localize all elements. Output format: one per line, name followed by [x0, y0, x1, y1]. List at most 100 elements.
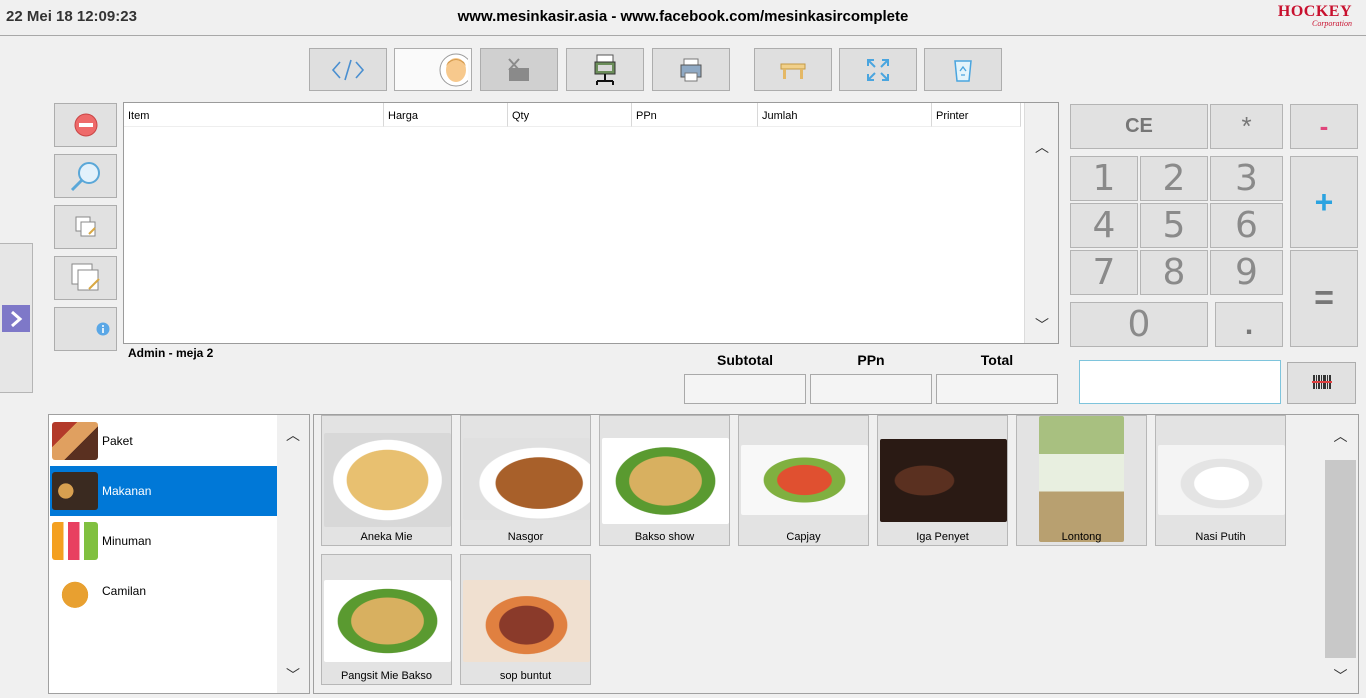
recycle-bin-icon: [954, 59, 972, 82]
site-title: www.mesinkasir.asia - www.facebook.com/m…: [457, 8, 909, 25]
product-tile[interactable]: Pangsit Mie Bakso: [321, 554, 452, 685]
printer-button[interactable]: [652, 48, 730, 91]
digit-6-button[interactable]: 6: [1210, 203, 1283, 248]
table-button[interactable]: [754, 48, 832, 91]
total-field: [936, 374, 1058, 404]
digit-8-button[interactable]: 8: [1140, 250, 1208, 295]
copy-edit-icon: [75, 216, 96, 237]
category-list[interactable]: Paket Makanan Minuman Camilan ︿ ﹀: [48, 414, 310, 694]
category-label: Makanan: [102, 484, 152, 498]
copy-edit-button[interactable]: [54, 205, 117, 249]
column-header-item[interactable]: Item: [124, 103, 384, 127]
brand-logo: HOCKEY Corporation: [1278, 4, 1352, 28]
product-image: [602, 438, 729, 524]
category-scrollbar[interactable]: ︿ ﹀: [277, 415, 309, 693]
clear-entry-button[interactable]: CE: [1070, 104, 1208, 149]
equals-button[interactable]: =: [1290, 250, 1358, 347]
digit-0-button[interactable]: 0: [1070, 302, 1208, 347]
fullscreen-button[interactable]: [839, 48, 917, 91]
cut-button[interactable]: [480, 48, 558, 91]
product-image: [880, 439, 1007, 522]
chevron-right-icon[interactable]: [2, 305, 30, 332]
barcode-scan-button[interactable]: [1287, 362, 1356, 404]
product-tile[interactable]: Bakso show: [599, 415, 730, 546]
order-table[interactable]: Item Harga Qty PPn Jumlah Printer ︿ ﹀: [123, 102, 1059, 344]
duplicate-edit-button[interactable]: [54, 256, 117, 300]
code-button[interactable]: [309, 48, 387, 91]
product-tile[interactable]: Capjay: [738, 415, 869, 546]
scroll-down-icon[interactable]: ﹀: [1025, 315, 1059, 335]
table-scrollbar[interactable]: ︿ ﹀: [1024, 103, 1058, 343]
digit-5-button[interactable]: 5: [1140, 203, 1208, 248]
info-icon: [96, 322, 110, 336]
scroll-down-icon[interactable]: ﹀: [277, 665, 309, 685]
subtotal-field: [684, 374, 806, 404]
plus-button[interactable]: +: [1290, 156, 1358, 248]
ppn-label: PPn: [857, 352, 885, 368]
scroll-up-icon[interactable]: ︿: [1323, 426, 1358, 446]
logo-main-text: HOCKEY: [1277, 3, 1352, 20]
subtotal-label: Subtotal: [717, 352, 773, 368]
digit-1-button[interactable]: 1: [1070, 156, 1138, 201]
product-grid[interactable]: Aneka Mie Nasgor Bakso show Capjay Iga P…: [313, 414, 1359, 694]
digit-4-button[interactable]: 4: [1070, 203, 1138, 248]
column-header-jumlah[interactable]: Jumlah: [758, 103, 932, 127]
info-button[interactable]: [54, 307, 117, 351]
category-item-makanan[interactable]: Makanan: [50, 466, 278, 516]
scroll-up-icon[interactable]: ︿: [1025, 137, 1059, 157]
remove-item-button[interactable]: [54, 103, 117, 147]
scrollbar-thumb[interactable]: [1325, 460, 1356, 658]
digit-7-button[interactable]: 7: [1070, 250, 1138, 295]
product-image: [324, 433, 451, 527]
product-label: Bakso show: [634, 531, 695, 543]
product-image: [463, 580, 590, 662]
paket-thumbnail: [52, 422, 98, 460]
minuman-thumbnail: [52, 522, 98, 560]
product-label: Capjay: [786, 531, 821, 543]
category-label: Paket: [102, 434, 133, 448]
user-button[interactable]: [394, 48, 472, 91]
multiply-button[interactable]: *: [1210, 104, 1283, 149]
product-image: [741, 445, 868, 515]
category-item-minuman[interactable]: Minuman: [50, 516, 278, 566]
printer-icon: [680, 58, 702, 81]
product-tile[interactable]: Iga Penyet: [877, 415, 1008, 546]
product-label: Lontong: [1061, 531, 1102, 543]
product-tile[interactable]: sop buntut: [460, 554, 591, 685]
scroll-up-icon[interactable]: ︿: [277, 425, 309, 445]
column-header-ppn[interactable]: PPn: [632, 103, 758, 127]
digit-2-button[interactable]: 2: [1140, 156, 1208, 201]
digit-9-button[interactable]: 9: [1210, 250, 1283, 295]
barcode-input[interactable]: [1079, 360, 1281, 404]
search-button[interactable]: [54, 154, 117, 198]
category-item-camilan[interactable]: Camilan: [50, 566, 278, 616]
user-avatar-icon: [439, 53, 468, 86]
product-tile[interactable]: Nasgor: [460, 415, 591, 546]
column-header-printer[interactable]: Printer: [932, 103, 1021, 127]
logo-sub-text: Corporation: [1311, 19, 1352, 28]
product-tile[interactable]: Nasi Putih: [1155, 415, 1286, 546]
column-header-qty[interactable]: Qty: [508, 103, 632, 127]
network-printer-button[interactable]: [566, 48, 644, 91]
side-panel-handle[interactable]: [0, 243, 33, 393]
cut-icon: [508, 57, 529, 81]
decimal-button[interactable]: .: [1215, 302, 1283, 347]
status-label: Admin - meja 2: [128, 346, 214, 360]
fullscreen-icon: [867, 58, 889, 81]
scroll-down-icon[interactable]: ﹀: [1323, 666, 1358, 686]
table-header: Item Harga Qty PPn Jumlah Printer: [124, 103, 1021, 127]
product-tile[interactable]: Lontong: [1016, 415, 1147, 546]
product-label: Iga Penyet: [916, 531, 969, 543]
header-bar: 22 Mei 18 12:09:23 www.mesinkasir.asia -…: [0, 0, 1366, 36]
code-icon: [331, 59, 365, 80]
remove-icon: [74, 113, 97, 137]
product-image: [1039, 416, 1124, 542]
minus-button[interactable]: -: [1290, 104, 1358, 149]
category-item-paket[interactable]: Paket: [50, 416, 278, 466]
column-header-harga[interactable]: Harga: [384, 103, 508, 127]
product-label: sop buntut: [499, 670, 552, 682]
product-tile[interactable]: Aneka Mie: [321, 415, 452, 546]
digit-3-button[interactable]: 3: [1210, 156, 1283, 201]
product-scrollbar[interactable]: ︿ ﹀: [1323, 416, 1358, 692]
recycle-button[interactable]: [924, 48, 1002, 91]
